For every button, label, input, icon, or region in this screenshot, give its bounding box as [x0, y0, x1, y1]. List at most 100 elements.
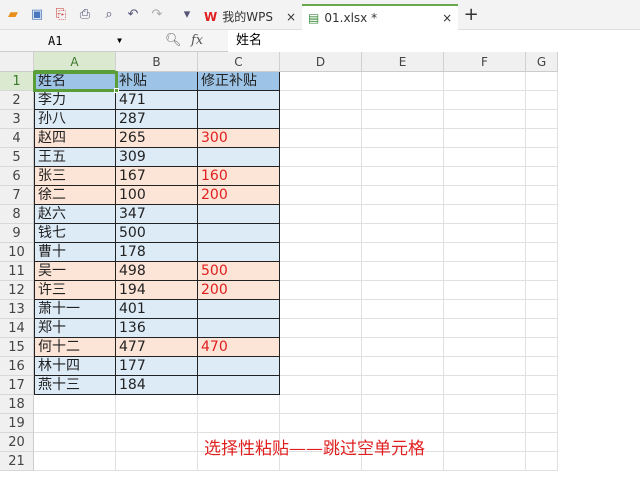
cell-B2[interactable]: 471	[116, 91, 198, 110]
cell-D12[interactable]	[280, 281, 362, 300]
row-header[interactable]: 11	[0, 262, 34, 281]
cell-A14[interactable]: 郑十	[34, 319, 116, 338]
cell-B16[interactable]: 177	[116, 357, 198, 376]
cell-E11[interactable]	[362, 262, 444, 281]
cell-E3[interactable]	[362, 110, 444, 129]
cell-B1[interactable]: 补贴	[116, 72, 198, 91]
cell-A7[interactable]: 徐二	[34, 186, 116, 205]
row-header[interactable]: 5	[0, 148, 34, 167]
cell-G13[interactable]	[526, 300, 558, 319]
cell-C4[interactable]: 300	[198, 129, 280, 148]
fx-icon[interactable]: fx	[191, 33, 203, 48]
cell-C19[interactable]	[198, 414, 280, 433]
row-header[interactable]: 14	[0, 319, 34, 338]
cell-D3[interactable]	[280, 110, 362, 129]
cell-F10[interactable]	[444, 243, 526, 262]
cell-F12[interactable]	[444, 281, 526, 300]
row-header[interactable]: 9	[0, 224, 34, 243]
cell-B4[interactable]: 265	[116, 129, 198, 148]
cell-G10[interactable]	[526, 243, 558, 262]
cell-E10[interactable]	[362, 243, 444, 262]
cell-D4[interactable]	[280, 129, 362, 148]
cell-D13[interactable]	[280, 300, 362, 319]
cell-G9[interactable]	[526, 224, 558, 243]
cell-G2[interactable]	[526, 91, 558, 110]
column-header-E[interactable]: E	[362, 52, 444, 72]
cell-A18[interactable]	[34, 395, 116, 414]
cell-F1[interactable]	[444, 72, 526, 91]
row-header[interactable]: 8	[0, 205, 34, 224]
cell-D9[interactable]	[280, 224, 362, 243]
cell-F16[interactable]	[444, 357, 526, 376]
cell-D17[interactable]	[280, 376, 362, 395]
cell-E16[interactable]	[362, 357, 444, 376]
cell-G5[interactable]	[526, 148, 558, 167]
cell-F20[interactable]	[444, 433, 526, 452]
cell-E7[interactable]	[362, 186, 444, 205]
cell-G21[interactable]	[526, 452, 558, 471]
cell-G18[interactable]	[526, 395, 558, 414]
cell-G7[interactable]	[526, 186, 558, 205]
cell-E17[interactable]	[362, 376, 444, 395]
cell-F5[interactable]	[444, 148, 526, 167]
cell-F21[interactable]	[444, 452, 526, 471]
cell-A5[interactable]: 王五	[34, 148, 116, 167]
cell-E13[interactable]	[362, 300, 444, 319]
cell-D18[interactable]	[280, 395, 362, 414]
cell-A4[interactable]: 赵四	[34, 129, 116, 148]
column-header-D[interactable]: D	[280, 52, 362, 72]
undo-icon[interactable]: ↶	[122, 4, 144, 26]
cell-B19[interactable]	[116, 414, 198, 433]
cell-F13[interactable]	[444, 300, 526, 319]
cell-E18[interactable]	[362, 395, 444, 414]
cell-C15[interactable]: 470	[198, 338, 280, 357]
cell-A6[interactable]: 张三	[34, 167, 116, 186]
cell-B8[interactable]: 347	[116, 205, 198, 224]
redo-icon[interactable]: ↷	[146, 4, 168, 26]
cell-A19[interactable]	[34, 414, 116, 433]
name-box[interactable]: A1 ▼	[0, 30, 128, 52]
cell-F9[interactable]	[444, 224, 526, 243]
cell-B13[interactable]: 401	[116, 300, 198, 319]
fill-handle[interactable]	[114, 88, 119, 93]
new-tab-button[interactable]: +	[460, 4, 482, 26]
cell-B18[interactable]	[116, 395, 198, 414]
cell-C5[interactable]	[198, 148, 280, 167]
cell-G11[interactable]	[526, 262, 558, 281]
row-header[interactable]: 2	[0, 91, 34, 110]
tab-01-xlsx[interactable]: ▤ 01.xlsx * ×	[302, 3, 459, 30]
cell-B11[interactable]: 498	[116, 262, 198, 281]
cell-A13[interactable]: 萧十一	[34, 300, 116, 319]
cell-C10[interactable]	[198, 243, 280, 262]
cell-D1[interactable]	[280, 72, 362, 91]
cell-F4[interactable]	[444, 129, 526, 148]
cell-B7[interactable]: 100	[116, 186, 198, 205]
cell-C17[interactable]	[198, 376, 280, 395]
cell-C12[interactable]: 200	[198, 281, 280, 300]
open-icon[interactable]: ▰	[2, 4, 24, 26]
print-icon[interactable]: ⎙	[74, 4, 96, 26]
cell-F18[interactable]	[444, 395, 526, 414]
close-icon[interactable]: ×	[286, 10, 296, 24]
row-header[interactable]: 19	[0, 414, 34, 433]
row-header[interactable]: 17	[0, 376, 34, 395]
cell-D8[interactable]	[280, 205, 362, 224]
row-header[interactable]: 12	[0, 281, 34, 300]
cell-E12[interactable]	[362, 281, 444, 300]
cell-F2[interactable]	[444, 91, 526, 110]
row-header[interactable]: 21	[0, 452, 34, 471]
cell-F7[interactable]	[444, 186, 526, 205]
cell-A9[interactable]: 钱七	[34, 224, 116, 243]
cell-C7[interactable]: 200	[198, 186, 280, 205]
cell-F11[interactable]	[444, 262, 526, 281]
cell-A1[interactable]: 姓名	[34, 72, 116, 91]
cell-G16[interactable]	[526, 357, 558, 376]
row-header[interactable]: 15	[0, 338, 34, 357]
cell-C3[interactable]	[198, 110, 280, 129]
cell-G17[interactable]	[526, 376, 558, 395]
cell-A8[interactable]: 赵六	[34, 205, 116, 224]
cell-C1[interactable]: 修正补贴	[198, 72, 280, 91]
cell-D14[interactable]	[280, 319, 362, 338]
cell-D10[interactable]	[280, 243, 362, 262]
cell-D2[interactable]	[280, 91, 362, 110]
